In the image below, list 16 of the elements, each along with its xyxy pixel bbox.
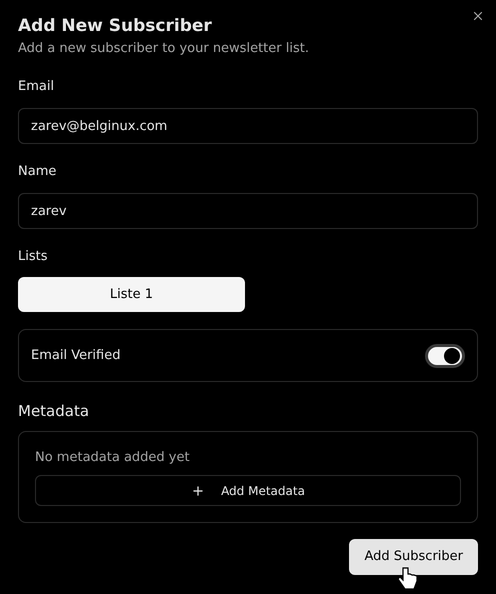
metadata-heading: Metadata: [18, 401, 90, 422]
field-label: Name: [18, 163, 56, 181]
dialog-title: Add New Subscriber: [18, 15, 213, 38]
empty-message: No metadata added yet: [35, 449, 191, 467]
add-subscriber-button[interactable]: Add Subscriber: [349, 539, 478, 575]
verified-label: Email Verified: [31, 346, 120, 365]
plus-icon: [191, 484, 206, 498]
field-label: Email: [18, 78, 54, 96]
input-field[interactable]: zarev: [18, 193, 478, 229]
pointer-icon: [397, 566, 419, 590]
input-field[interactable]: zarev@belginux.com: [18, 108, 478, 144]
toggle-switch[interactable]: [425, 344, 465, 368]
dialog-description: Add a new subscriber to your newsletter list.: [18, 40, 310, 58]
field-label: Lists: [18, 248, 48, 266]
list-option[interactable]: Liste 1: [18, 277, 245, 312]
add-metadata-button[interactable]: Add Metadata: [35, 475, 461, 506]
